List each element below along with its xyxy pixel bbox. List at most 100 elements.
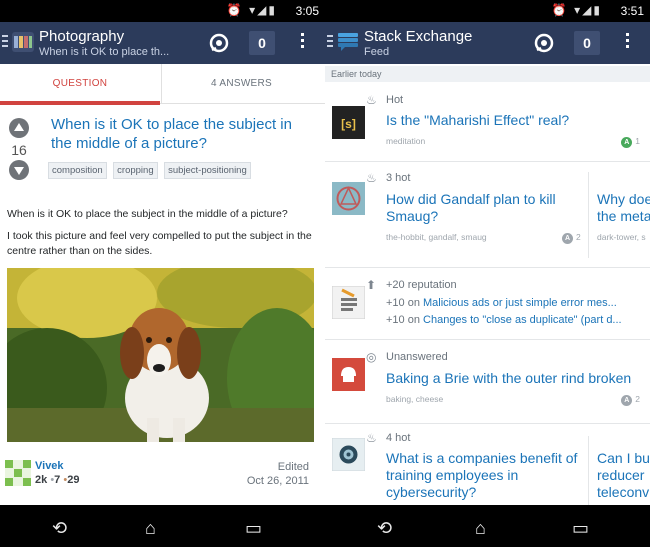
site-title: Photography [39,28,125,45]
next-card-title[interactable]: teleconv [597,484,649,501]
question-tabs: QUESTION 4 ANSWERS [0,64,325,105]
question-title[interactable]: When is it OK to place the subject in th… [51,115,313,153]
rep-post-link[interactable]: Malicious ads or just simple error mes..… [423,297,617,309]
security-site-icon [332,438,365,471]
status-time: 3:05 [295,4,319,18]
next-card-title[interactable]: the meta [597,208,650,225]
feed-item[interactable]: ♨ 3 hot How did Gandalf plan to kill Smau… [325,162,650,268]
feed-item[interactable]: ♨ 4 hot What is a companies benefit of tr… [325,424,650,506]
tag[interactable]: cropping [113,162,158,179]
post-date: Oct 26, 2011 [246,475,309,487]
question-photo[interactable] [7,268,314,442]
body-paragraph: I took this picture and feel very compel… [7,230,312,257]
kind-label: Hot [386,94,404,106]
overflow-menu-icon[interactable] [301,33,305,51]
feed-item-title[interactable]: How did Gandalf plan to kill Smaug? [386,191,581,225]
answer-bubble-icon: A [621,137,633,148]
tab-question[interactable]: QUESTION [0,64,160,105]
kind-label: 4 hot [386,432,411,444]
reputation-value: 2k [35,474,48,486]
author-card[interactable]: Vivek 2k •7 •29 Edited Oct 26, 2011 [0,452,325,494]
site-subtitle: When is it OK to place th... [39,46,170,58]
feed-item-kind: ♨ 4 hot [366,431,411,445]
feed-item-title[interactable]: What is a companies benefit of training … [386,450,578,501]
hot-flame-icon: ♨ [366,431,377,445]
feed-item-kind: ◎ Unanswered [366,350,448,364]
home-icon[interactable]: ⌂ [145,518,156,539]
photography-question-screen: ⏰ ▾◢▮ 3:05 Photography When is it OK to … [0,0,325,547]
feed-item-tags: baking, cheese [386,394,444,404]
app-bar: Photography When is it OK to place th...… [0,22,325,64]
bronze-badge-count: 29 [67,474,80,486]
avatar[interactable] [5,460,31,486]
status-icons: ⏰ ▾◢▮ [226,3,277,17]
meta-site-icon [332,286,365,319]
reputation-change[interactable]: +10 on Malicious ads or just simple erro… [386,297,648,309]
feed-item[interactable]: [s] ♨ Hot Is the "Maharishi Effect" real?… [325,84,650,162]
upvote-icon[interactable] [9,118,29,138]
next-card-tags: dark-tower, s [597,232,646,242]
author-name[interactable]: Vivek [35,460,64,472]
feed-item[interactable]: ◎ Unanswered Baking a Brie with the outer… [325,340,650,424]
answer-bubble-icon: A [621,395,633,406]
stack-exchange-feed-screen: ⏰ ▾◢▮ 3:51 Stack Exchange Feed 0 Earlier… [325,0,650,547]
feed-item-kind: ⬆ +20 reputation [366,278,457,292]
feed-section-header: Earlier today [325,66,650,82]
kind-label: Unanswered [386,351,448,363]
feed-item-title[interactable]: Baking a Brie with the outer rind broken [386,370,648,387]
scifi-site-icon [332,182,365,215]
android-nav-bar: ⟲ ⌂ ▭ [325,505,650,547]
hot-flame-icon: ♨ [366,171,377,185]
feed-item-title[interactable]: Is the "Maharishi Effect" real? [386,112,636,129]
next-card-title[interactable]: reducer [597,467,644,484]
inbox-icon[interactable] [533,32,555,54]
stack-exchange-logo-icon[interactable] [337,32,359,52]
drawer-menu-icon[interactable] [2,35,8,49]
answer-bubble-icon: A [562,233,573,244]
body-paragraph: When is it OK to place the subject in th… [7,208,288,220]
app-bar: Stack Exchange Feed 0 [325,22,650,64]
unanswered-icon: ◎ [366,350,377,364]
kind-label: 3 hot [386,172,411,184]
answer-count: A2 [562,232,581,244]
next-card-title[interactable]: Can I bu [597,450,650,467]
card-divider [588,436,589,506]
reputation-change[interactable]: +10 on Changes to "close as duplicate" (… [386,314,648,326]
inbox-count-badge[interactable]: 0 [574,31,600,55]
cooking-site-icon [332,358,365,391]
question-tags: composition cropping subject-positioning [48,160,253,179]
feed-item-tags: meditation [386,136,426,146]
next-card-title[interactable]: Why doe [597,191,650,208]
rep-post-link[interactable]: Changes to "close as duplicate" (part d.… [423,314,622,326]
inbox-icon[interactable] [208,32,230,54]
feed-item[interactable]: ⬆ +20 reputation +10 on Malicious ads or … [325,268,650,340]
photography-site-icon[interactable] [12,32,34,52]
answer-count-value: 2 [635,394,640,404]
status-bar: ⏰ ▾◢▮ 3:51 [325,0,650,22]
downvote-icon[interactable] [9,160,29,180]
status-bar: ⏰ ▾◢▮ 3:05 [0,0,325,22]
inbox-count-badge[interactable]: 0 [249,31,275,55]
kind-label: +20 reputation [386,279,457,291]
hot-flame-icon: ♨ [366,93,377,107]
tab-answers[interactable]: 4 ANSWERS [161,64,321,104]
author-reputation: 2k •7 •29 [35,474,79,486]
tag[interactable]: composition [48,162,107,179]
android-nav-bar: ⟲ ⌂ ▭ [0,505,325,547]
status-time: 3:51 [620,4,644,18]
recents-icon[interactable]: ▭ [572,518,589,539]
status-icons: ⏰ ▾◢▮ [551,3,602,17]
back-icon[interactable]: ⟲ [377,518,392,539]
recents-icon[interactable]: ▭ [245,518,262,539]
question-score: 16 [11,142,27,158]
answer-count-value: 2 [576,232,581,242]
home-icon[interactable]: ⌂ [475,518,486,539]
vote-controls: 16 [8,118,30,180]
edited-label: Edited [277,461,309,473]
tag[interactable]: subject-positioning [164,162,251,179]
overflow-menu-icon[interactable] [626,33,630,51]
back-icon[interactable]: ⟲ [52,518,67,539]
feed-item-kind: ♨ 3 hot [366,171,411,185]
answer-count-value: 1 [635,136,640,146]
drawer-menu-icon[interactable] [327,35,333,49]
